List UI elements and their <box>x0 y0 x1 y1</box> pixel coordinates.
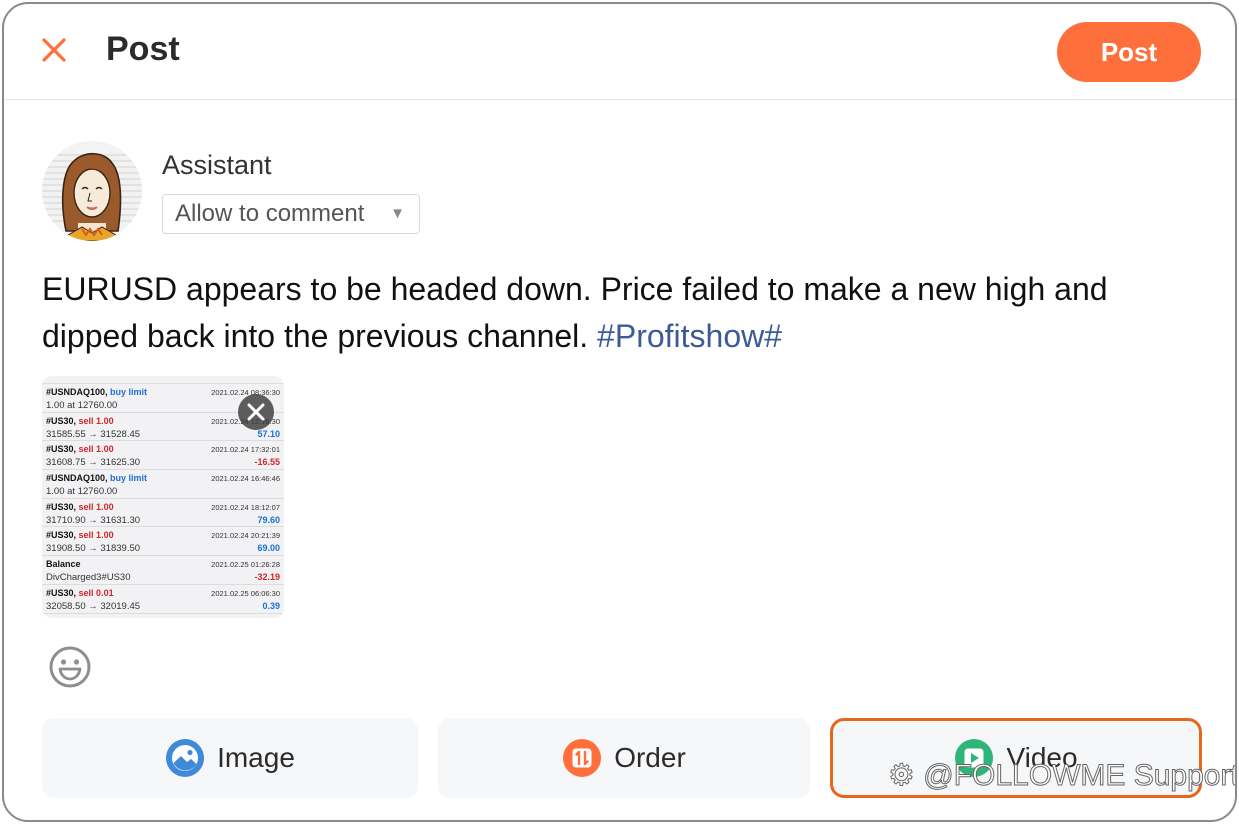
video-label: Video <box>1006 742 1078 773</box>
trade-pnl: 69.00 <box>257 543 280 554</box>
trade-detail: DivCharged3#US30 <box>46 572 131 584</box>
trade-detail: 1.00 at 12760.00 <box>46 486 118 498</box>
add-video-button[interactable]: Video <box>830 718 1202 798</box>
trade-symbol: #USNDAQ100, <box>46 387 108 397</box>
trade-detail: 31710.90 → 31631.30 <box>46 514 141 526</box>
add-order-button[interactable]: Order <box>438 718 810 798</box>
image-icon <box>165 738 205 778</box>
trade-pnl: -32.19 <box>254 572 280 583</box>
trade-time: 2021.02.24 18:12:07 <box>211 502 280 512</box>
image-label: Image <box>217 742 295 773</box>
trade-pnl: 79.60 <box>257 514 280 525</box>
trade-time: 2021.02.25 06:06:30 <box>211 588 280 598</box>
close-button[interactable] <box>38 34 70 66</box>
trade-time: 2021.02.25 01:26:28 <box>211 560 280 570</box>
video-icon <box>954 738 994 778</box>
trade-action: sell 1.00 <box>78 444 114 455</box>
add-image-button[interactable]: Image <box>42 718 418 798</box>
close-icon <box>247 403 265 421</box>
trade-symbol: Balance <box>46 559 81 570</box>
trade-pnl: -16.55 <box>254 457 280 468</box>
trade-action: buy limit <box>110 473 148 484</box>
comment-permission-select[interactable]: Allow to comment ▼ <box>162 194 420 234</box>
post-body: EURUSD appears to be headed down. Price … <box>42 271 1108 354</box>
trade-time: 2021.02.24 20:21:39 <box>211 531 280 541</box>
header: Post Post <box>4 4 1235 100</box>
emoji-smile-icon <box>49 646 91 688</box>
post-button[interactable]: Post <box>1057 22 1201 82</box>
order-icon <box>562 738 602 778</box>
emoji-button[interactable] <box>48 645 92 689</box>
trade-pnl: 0.39 <box>262 600 280 611</box>
post-composer-window: Post Post Assistant Allow to comment ▼ E… <box>2 2 1237 822</box>
trade-row: Balance DivCharged3#US30 2021.02.25 01:26… <box>42 556 284 585</box>
author-name: Assistant <box>162 150 272 180</box>
close-icon <box>42 38 66 62</box>
trade-action: sell 1.00 <box>78 415 114 426</box>
remove-image-button[interactable] <box>238 394 274 430</box>
hashtag-link[interactable]: #Profitshow# <box>597 318 782 354</box>
trade-symbol: #US30, <box>46 444 77 455</box>
trade-detail: 32058.50 → 32019.45 <box>46 600 141 612</box>
trade-row: #US30, sell 1.00 31710.90 → 31631.30 2021.… <box>42 499 284 528</box>
trade-row: #US30, sell 1.00 31608.75 → 31625.30 2021.… <box>42 441 284 471</box>
trade-symbol: #US30, <box>46 501 77 512</box>
comment-permission-value: Allow to comment <box>175 200 365 227</box>
trade-row: #US30, sell 0.01 32058.50 → 32019.45 2021.… <box>42 585 284 614</box>
avatar <box>42 141 142 241</box>
page-title: Post <box>106 30 180 68</box>
trade-time: 2021.02.24 16:46:46 <box>211 474 280 484</box>
trade-symbol: #US30, <box>46 587 77 598</box>
avatar-image <box>42 152 142 241</box>
caret-down-icon: ▼ <box>390 205 405 222</box>
trade-symbol: #US30, <box>46 415 77 426</box>
trade-detail: 31908.50 → 31839.50 <box>46 543 141 555</box>
partial-row <box>42 376 284 384</box>
trade-action: sell 1.00 <box>78 501 114 512</box>
trade-time: 2021.02.24 17:32:01 <box>211 445 280 455</box>
trade-action: buy limit <box>110 387 148 397</box>
trade-symbol: #USNDAQ100, <box>46 473 108 484</box>
trade-symbol: #US30, <box>46 530 77 541</box>
order-label: Order <box>614 742 686 773</box>
trade-row: #US30, sell 1.00 31908.50 → 31839.50 2021.… <box>42 527 284 557</box>
trade-row: #USNDAQ100, buy limit 1.00 at 12760.00 202… <box>42 470 284 499</box>
trade-detail: 31608.75 → 31625.30 <box>46 457 141 469</box>
post-text[interactable]: EURUSD appears to be headed down. Price … <box>42 266 1202 360</box>
trade-action: sell 1.00 <box>78 530 114 541</box>
trade-action: sell 0.01 <box>78 587 114 598</box>
